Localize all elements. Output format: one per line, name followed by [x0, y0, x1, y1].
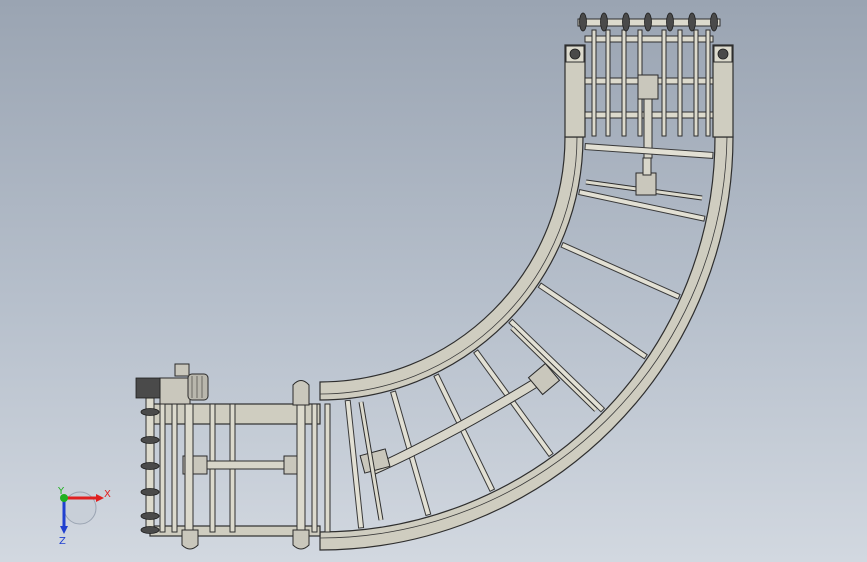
- left-roller-bar: [159, 403, 166, 533]
- top-sprocket: [600, 12, 608, 32]
- cad-viewport[interactable]: X Y Z: [0, 0, 867, 562]
- curve-roller-slat: [560, 241, 681, 300]
- curve-roller-slat: [473, 349, 554, 458]
- left-straight-section[interactable]: [135, 363, 331, 550]
- left-bearing-top: [292, 380, 310, 406]
- top-roller-bar: [693, 29, 699, 137]
- x-axis-arrowhead: [96, 494, 104, 502]
- left-sprocket: [140, 436, 160, 444]
- motor-terminal-box: [174, 363, 190, 377]
- top-gearbox: [637, 74, 659, 100]
- curve-roller-slat: [508, 318, 606, 413]
- top-sprocket: [666, 12, 674, 32]
- top-sprocket: [579, 12, 587, 32]
- top-roller-bar: [605, 29, 611, 137]
- top-roller-bar: [677, 29, 683, 137]
- motor-body: [187, 373, 209, 401]
- left-roller-bar: [311, 403, 318, 533]
- x-axis-label: X: [104, 489, 111, 500]
- z-axis-label: Z: [59, 536, 66, 547]
- y-axis-label: Y: [57, 486, 65, 497]
- top-roller-bar: [591, 29, 597, 137]
- curve-cross-shaft-1-fill: [510, 326, 598, 412]
- top-roller-bar: [661, 29, 667, 137]
- left-roller-bar: [324, 403, 331, 533]
- left-coupling: [283, 455, 299, 475]
- curve-drive-tube: [369, 374, 545, 476]
- left-sprocket: [140, 408, 160, 416]
- left-sprocket: [140, 462, 160, 470]
- curve-gearbox-top: [635, 172, 657, 196]
- motor-flange: [135, 377, 161, 399]
- top-sprocket: [688, 12, 696, 32]
- top-sprocket: [644, 12, 652, 32]
- axis-triad: X Y Z: [57, 486, 111, 547]
- top-sprocket: [622, 12, 630, 32]
- motor-gear-reducer: [159, 377, 191, 405]
- curved-conveyor[interactable]: [319, 136, 734, 551]
- curve-roller-slat: [537, 282, 648, 360]
- left-drive-shaft: [204, 460, 291, 470]
- top-roller-bar: [621, 29, 627, 137]
- curve-roller-slat: [344, 399, 365, 529]
- left-sprocket: [140, 488, 160, 496]
- top-roller-bar: [705, 29, 711, 137]
- top-straight-section[interactable]: [564, 12, 734, 159]
- left-vertical-shaft-2: [296, 403, 306, 533]
- left-sprocket: [140, 512, 160, 520]
- top-sprocket: [710, 12, 718, 32]
- curve-vertical-tube: [642, 157, 652, 176]
- left-bearing-bottom: [292, 529, 310, 550]
- left-vertical-shaft-1: [184, 403, 194, 533]
- conveyor-model[interactable]: X Y Z: [0, 0, 867, 562]
- left-bearing-bottom-2: [181, 529, 199, 550]
- left-roller-bar: [171, 403, 178, 533]
- z-axis-arrowhead: [60, 526, 68, 534]
- top-right-bearing-hub: [717, 48, 729, 60]
- top-left-bearing-hub: [569, 48, 581, 60]
- left-sprocket: [140, 526, 160, 534]
